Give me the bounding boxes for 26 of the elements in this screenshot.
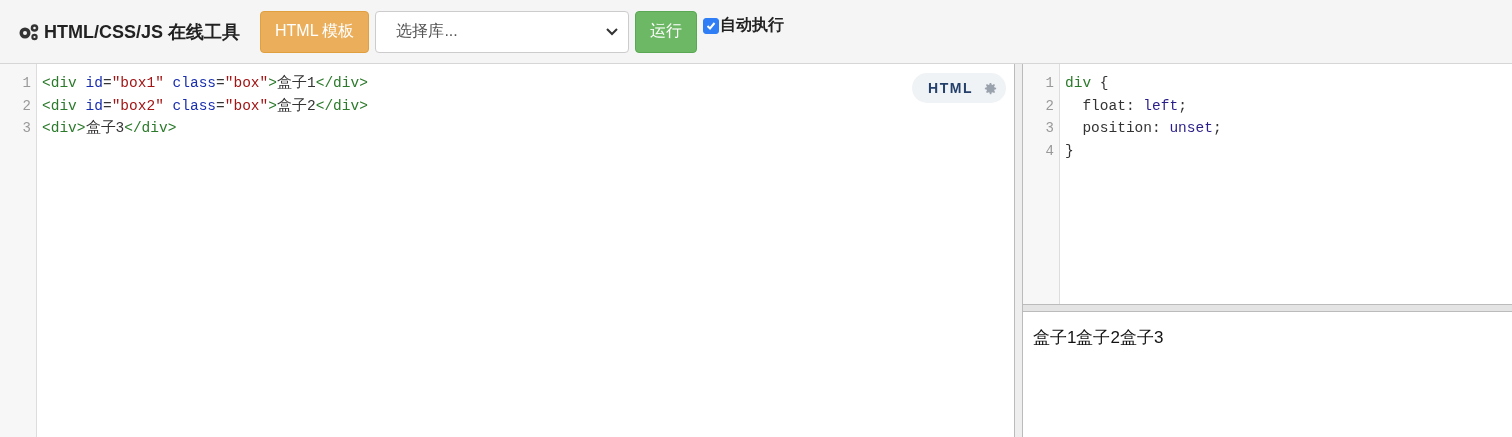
app-title: HTML/CSS/JS 在线工具 [44,20,240,44]
code-line: float: left; [1081,96,1188,116]
mode-badge[interactable]: HTML [912,73,1006,103]
code-line: div { [1065,74,1110,93]
line-number: 2 [21,96,32,116]
line-number: 3 [1044,119,1055,138]
line-number: 1 [21,74,32,93]
auto-run-label: 自动执行 [720,15,785,35]
auto-run-checkbox[interactable] [703,17,720,34]
code-line: } [1065,141,1075,161]
code-line: position: unset; [1081,119,1222,138]
preview-text: 盒子1盒子2盒子3 [1033,328,1164,347]
chevron-down-icon [606,27,619,36]
line-number: 3 [21,119,32,138]
settings-icon [983,80,998,96]
gears-icon [18,22,40,41]
code-line: <div>盒子3</div> [42,119,178,138]
code-line: <div id="box2" class="box">盒子2</div> [42,96,368,116]
code-line: <div id="box1" class="box">盒子1</div> [42,74,368,93]
library-select[interactable]: 选择库... [375,10,630,53]
pane-splitter[interactable] [1023,304,1512,312]
checkmark-icon [706,20,717,31]
pane-splitter[interactable] [1014,64,1023,437]
line-number: 2 [1044,96,1055,116]
line-number: 4 [1044,141,1055,161]
line-number: 1 [1044,74,1055,93]
